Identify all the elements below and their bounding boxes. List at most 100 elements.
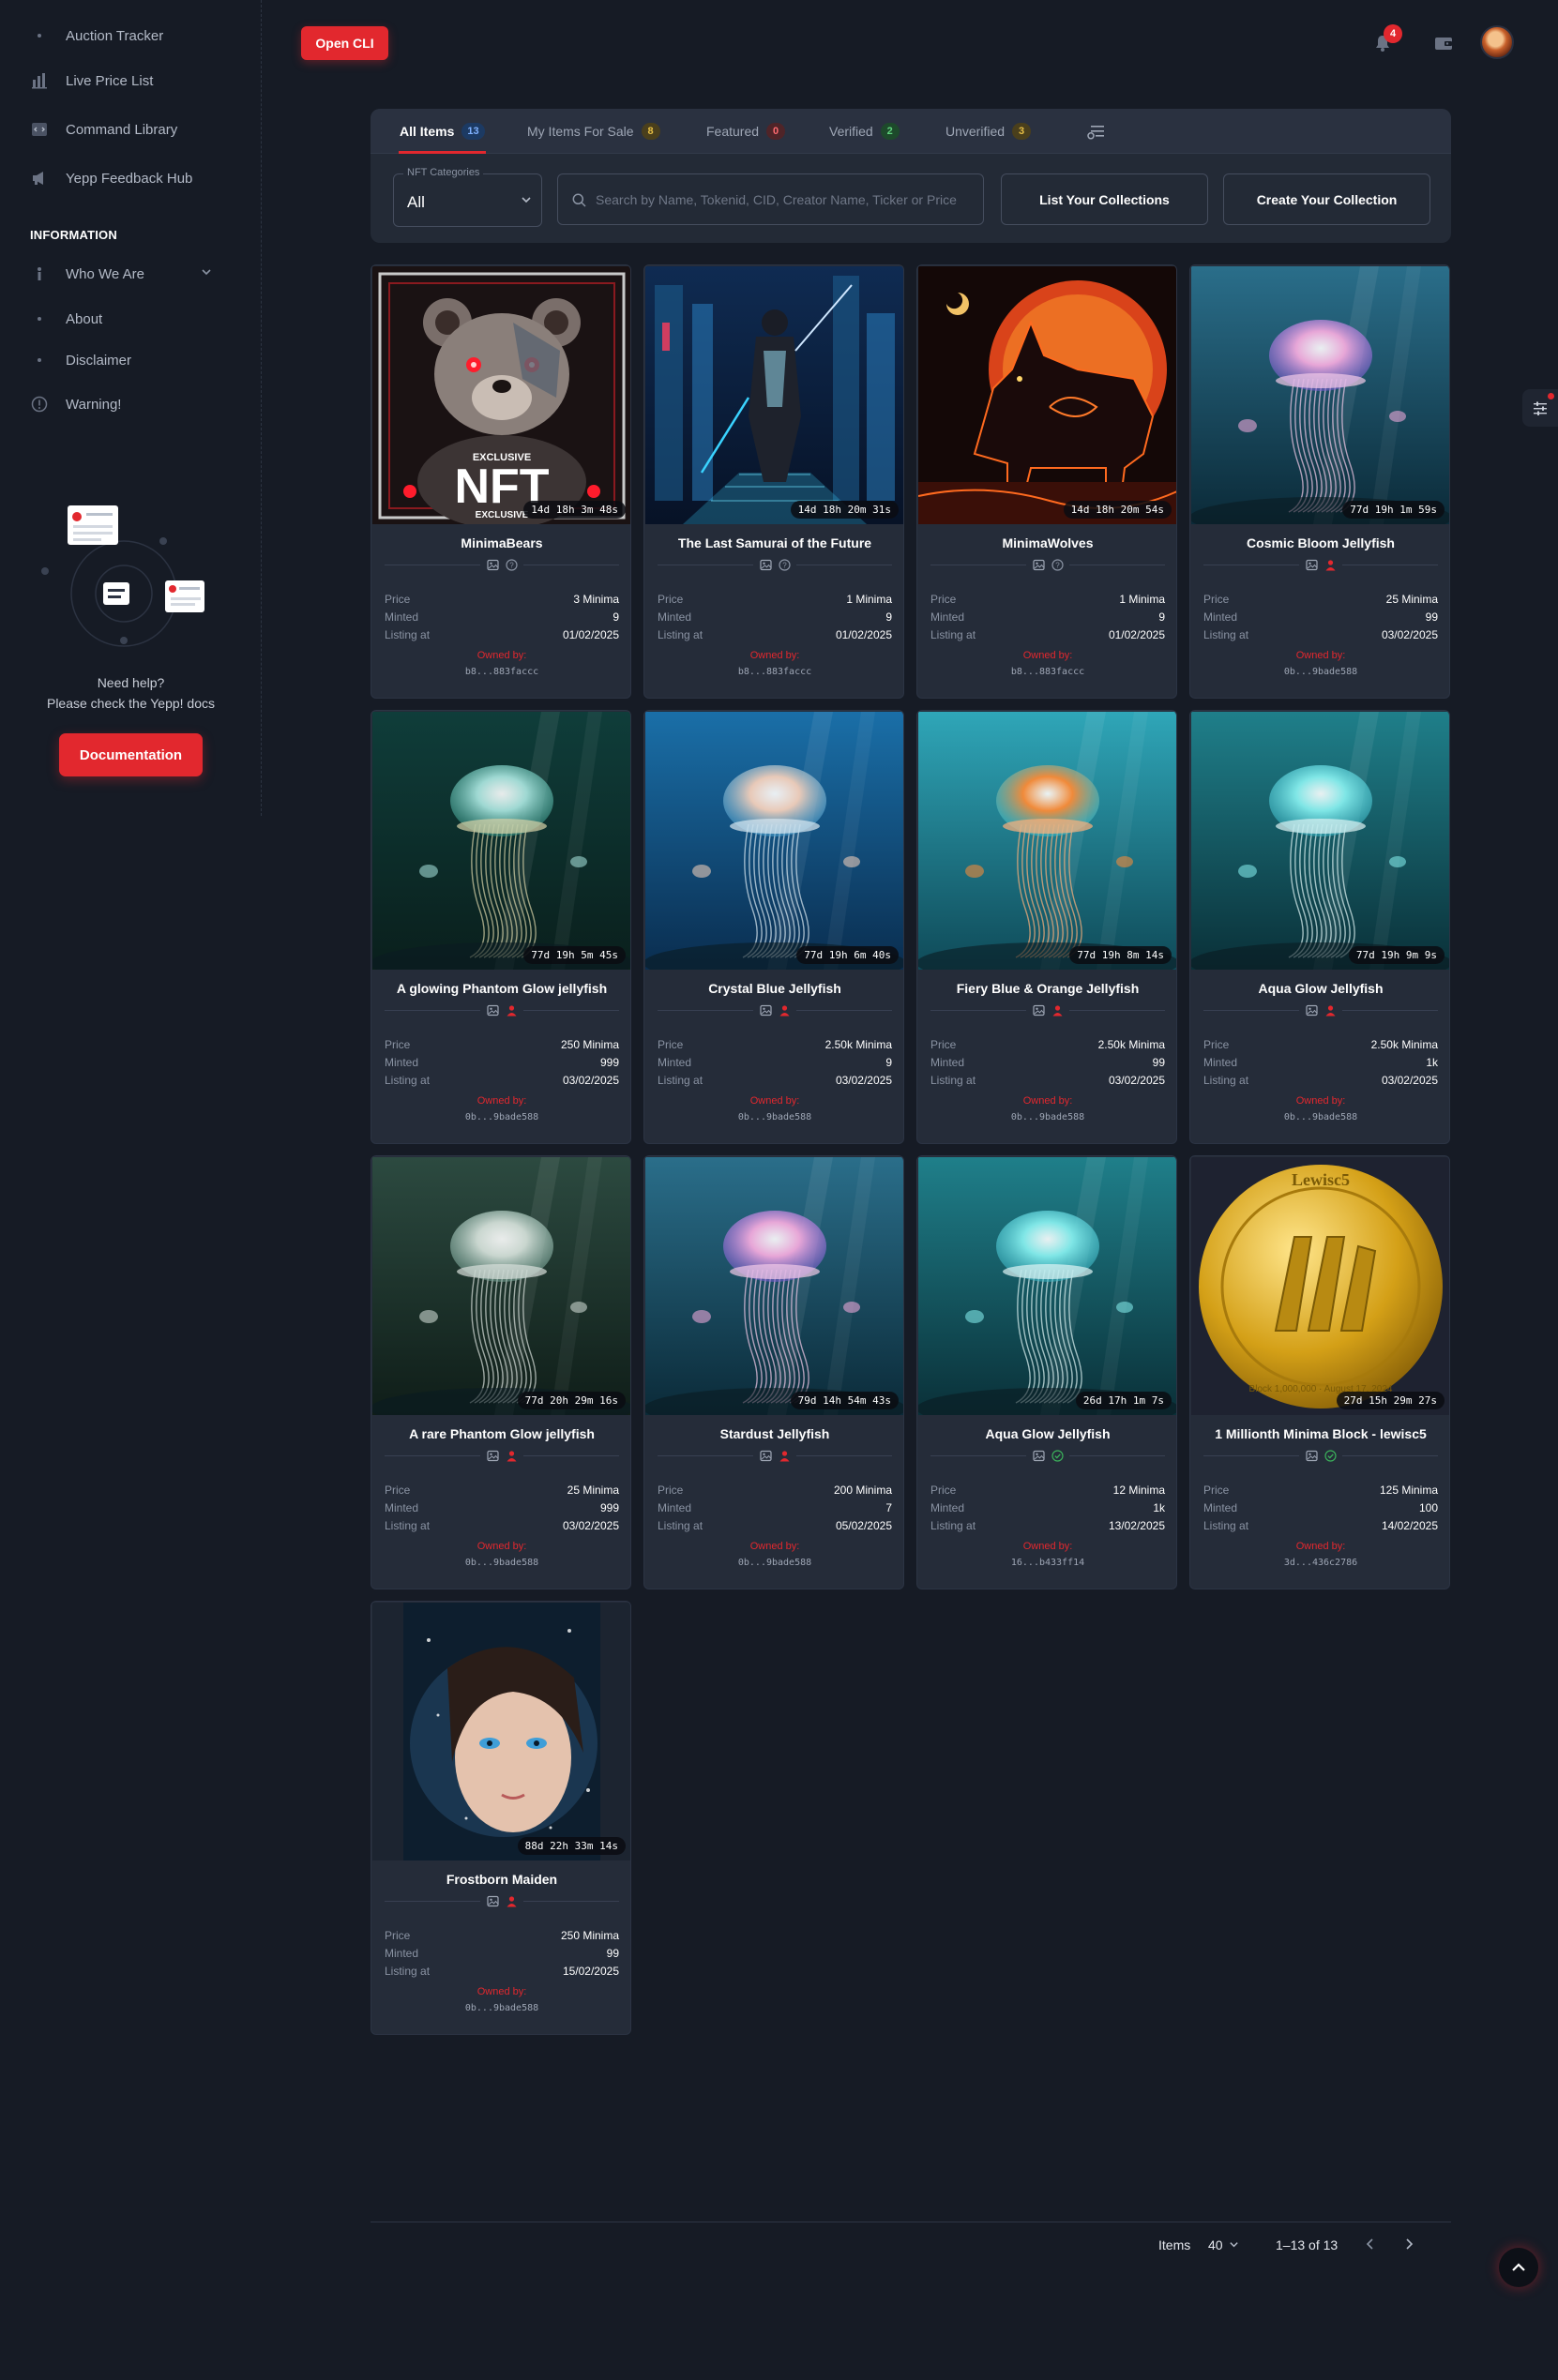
nft-title[interactable]: Fiery Blue & Orange Jellyfish (917, 981, 1176, 996)
nft-card[interactable]: 77d 19h 8m 14s Fiery Blue & Orange Jelly… (916, 710, 1177, 1144)
owner-address[interactable]: 0b...9bade588 (371, 2003, 630, 2013)
nft-card[interactable]: 77d 20h 29m 16s A rare Phantom Glow jell… (371, 1155, 631, 1589)
owner-address[interactable]: b8...883faccc (917, 667, 1176, 677)
nft-status-icons: ? (930, 558, 1165, 571)
create-collection-button[interactable]: Create Your Collection (1223, 173, 1430, 225)
nft-image[interactable]: 77d 19h 9m 9s (1191, 712, 1449, 970)
sidebar-item-feedback-hub[interactable]: Yepp Feedback Hub (30, 167, 192, 189)
nft-image[interactable]: 77d 19h 1m 59s (1191, 266, 1449, 524)
nft-image[interactable]: 14d 18h 20m 54s (918, 266, 1176, 524)
nft-card[interactable]: 14d 18h 20m 54s MinimaWolves ? Price 1 M… (916, 264, 1177, 699)
owner-address[interactable]: 16...b433ff14 (917, 1558, 1176, 1568)
owner-address[interactable]: b8...883faccc (371, 667, 630, 677)
items-per-page-select[interactable]: 40 (1208, 2237, 1239, 2252)
chevron-down-icon (521, 193, 532, 210)
documentation-button[interactable]: Documentation (59, 733, 203, 776)
sidebar-item-label: Yepp Feedback Hub (66, 170, 193, 187)
auction-timer: 88d 22h 33m 14s (517, 1837, 626, 1855)
nft-image[interactable]: 88d 22h 33m 14s (372, 1603, 630, 1860)
scroll-to-top-button[interactable] (1499, 2248, 1538, 2287)
price-value: 25 Minima (1385, 593, 1438, 606)
nft-card[interactable]: EXCLUSIVE NFT EXCLUSIVE 14d 18h 3m 48s M… (371, 264, 631, 699)
tab-verified[interactable]: Verified 2 (829, 122, 900, 141)
nft-title[interactable]: Crystal Blue Jellyfish (644, 981, 903, 996)
sidebar-item-about[interactable]: About (30, 308, 102, 330)
nft-image[interactable]: 14d 18h 20m 31s (645, 266, 903, 524)
auction-timer: 14d 18h 20m 54s (1063, 501, 1172, 519)
listing-date: 03/02/2025 (1108, 1074, 1165, 1087)
price-value: 2.50k Minima (824, 1038, 892, 1051)
nft-card[interactable]: 88d 22h 33m 14s Frostborn Maiden Price 2… (371, 1601, 631, 2035)
owner-address[interactable]: 0b...9bade588 (644, 1112, 903, 1122)
chevron-down-icon[interactable] (201, 265, 212, 281)
sidebar-item-disclaimer[interactable]: Disclaimer (30, 349, 131, 371)
nft-image[interactable]: 77d 20h 29m 16s (372, 1157, 630, 1415)
owner-address[interactable]: 0b...9bade588 (371, 1558, 630, 1568)
listing-date: 01/02/2025 (562, 628, 619, 641)
open-cli-button[interactable]: Open CLI (301, 26, 388, 60)
nft-title[interactable]: Stardust Jellyfish (644, 1426, 903, 1441)
price-value: 125 Minima (1379, 1484, 1438, 1497)
owner-address[interactable]: 0b...9bade588 (1190, 1112, 1449, 1122)
sidebar-item-warning[interactable]: Warning! (30, 393, 121, 415)
nft-card[interactable]: 26d 17h 1m 7s Aqua Glow Jellyfish Price … (916, 1155, 1177, 1589)
user-avatar[interactable] (1480, 25, 1514, 59)
next-page-icon[interactable] (1403, 2237, 1414, 2253)
owner-address[interactable]: 0b...9bade588 (644, 1558, 903, 1568)
tab-unverified[interactable]: Unverified 3 (945, 122, 1032, 141)
tab-featured[interactable]: Featured 0 (706, 122, 786, 141)
owner-address[interactable]: 0b...9bade588 (371, 1112, 630, 1122)
owner-address[interactable]: 3d...436c2786 (1190, 1558, 1449, 1568)
nft-card[interactable]: 77d 19h 6m 40s Crystal Blue Jellyfish Pr… (643, 710, 904, 1144)
nft-image[interactable]: 26d 17h 1m 7s (918, 1157, 1176, 1415)
sidebar-item-who-we-are[interactable]: Who We Are (30, 263, 211, 285)
nft-image[interactable]: Lewisc5 Block 1,000,000 · August 17, 202… (1191, 1157, 1449, 1415)
owner-address[interactable]: b8...883faccc (644, 667, 903, 677)
nft-title[interactable]: The Last Samurai of the Future (644, 535, 903, 550)
nft-image[interactable]: 77d 19h 6m 40s (645, 712, 903, 970)
nft-card[interactable]: 14d 18h 20m 31s The Last Samurai of the … (643, 264, 904, 699)
nft-image[interactable]: EXCLUSIVE NFT EXCLUSIVE 14d 18h 3m 48s (372, 266, 630, 524)
nft-title[interactable]: 1 Millionth Minima Block - lewisc5 (1190, 1426, 1449, 1441)
nft-title[interactable]: A rare Phantom Glow jellyfish (371, 1426, 630, 1441)
sidebar-item-command-library[interactable]: Command Library (30, 118, 177, 141)
nft-title[interactable]: Aqua Glow Jellyfish (1190, 981, 1449, 996)
dot-icon (30, 309, 49, 328)
nft-title[interactable]: A glowing Phantom Glow jellyfish (371, 981, 630, 996)
filter-list-icon[interactable] (1085, 122, 1106, 145)
sidebar-item-auction-tracker[interactable]: Auction Tracker (30, 24, 163, 47)
nft-image[interactable]: 77d 19h 8m 14s (918, 712, 1176, 970)
tab-my-items-for-sale[interactable]: My Items For Sale 8 (527, 122, 660, 141)
list-collections-button[interactable]: List Your Collections (1001, 173, 1208, 225)
search-input[interactable] (557, 173, 984, 225)
svg-text:?: ? (1055, 561, 1060, 569)
owner-address[interactable]: 0b...9bade588 (917, 1112, 1176, 1122)
sidebar: Auction Tracker Live Price List Command … (0, 0, 262, 816)
nft-image[interactable]: 79d 14h 54m 43s (645, 1157, 903, 1415)
nft-category-select[interactable]: NFT Categories All (393, 167, 542, 227)
minted-label: Minted (385, 1947, 419, 1960)
tab-all-items[interactable]: All Items 13 (400, 122, 485, 141)
search-icon (572, 193, 586, 212)
wallet-icon[interactable] (1430, 30, 1457, 56)
auction-timer: 77d 19h 8m 14s (1069, 946, 1172, 964)
owner-address[interactable]: 0b...9bade588 (1190, 667, 1449, 677)
nft-title[interactable]: Frostborn Maiden (371, 1872, 630, 1887)
tab-count-badge: 0 (766, 123, 786, 140)
nft-card[interactable]: 77d 19h 1m 59s Cosmic Bloom Jellyfish Pr… (1189, 264, 1450, 699)
nft-status-icons (385, 1003, 619, 1017)
nft-title[interactable]: Aqua Glow Jellyfish (917, 1426, 1176, 1441)
nft-title[interactable]: Cosmic Bloom Jellyfish (1190, 535, 1449, 550)
listing-date: 03/02/2025 (562, 1519, 619, 1532)
nft-title[interactable]: MinimaBears (371, 535, 630, 550)
nft-image[interactable]: 77d 19h 5m 45s (372, 712, 630, 970)
sidebar-item-live-price-list[interactable]: Live Price List (30, 69, 153, 92)
price-row: Price 3 Minima (385, 593, 619, 606)
settings-drawer-toggle[interactable] (1522, 389, 1558, 427)
nft-title[interactable]: MinimaWolves (917, 535, 1176, 550)
nft-card[interactable]: 79d 14h 54m 43s Stardust Jellyfish Price… (643, 1155, 904, 1589)
nft-card[interactable]: 77d 19h 5m 45s A glowing Phantom Glow je… (371, 710, 631, 1144)
nft-card[interactable]: Lewisc5 Block 1,000,000 · August 17, 202… (1189, 1155, 1450, 1589)
nft-card[interactable]: 77d 19h 9m 9s Aqua Glow Jellyfish Price … (1189, 710, 1450, 1144)
prev-page-icon[interactable] (1365, 2237, 1376, 2253)
